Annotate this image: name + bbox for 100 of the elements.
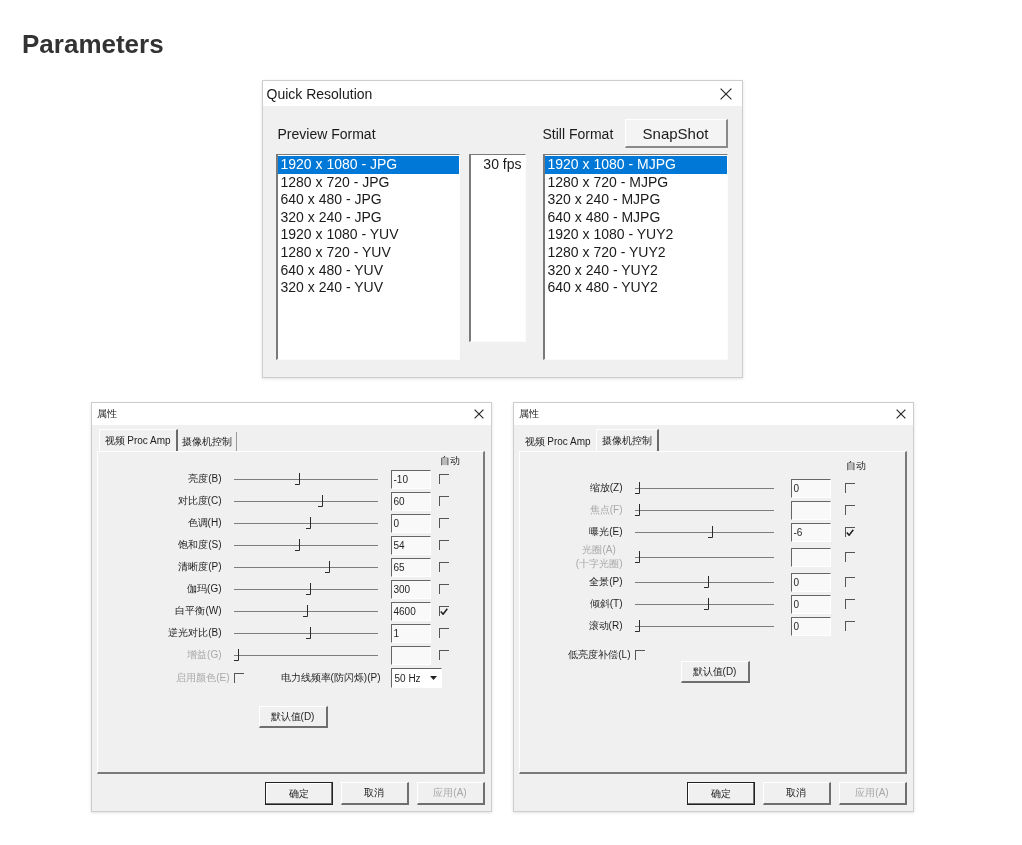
slider-thumb[interactable] xyxy=(305,627,311,639)
checkbox[interactable] xyxy=(844,483,855,493)
value-field[interactable]: -6 xyxy=(790,522,831,542)
slider-thumb[interactable] xyxy=(318,495,324,507)
list-item[interactable]: 1280 x 720 - MJPG xyxy=(544,173,727,192)
close-button[interactable] xyxy=(473,409,484,419)
value-field[interactable]: 1 xyxy=(390,623,431,643)
checkbox[interactable] xyxy=(438,562,449,572)
default-button[interactable]: 默认值(D) xyxy=(258,706,328,728)
value-field[interactable] xyxy=(390,645,431,665)
close-button[interactable] xyxy=(719,87,732,100)
property-label: 亮度(B) xyxy=(188,472,222,486)
close-button[interactable] xyxy=(895,409,906,419)
list-item[interactable]: 1280 x 720 - YUY2 xyxy=(544,243,727,262)
tab[interactable]: 摄像机控制 xyxy=(177,432,237,451)
list-item[interactable]: 320 x 240 - YUY2 xyxy=(544,261,727,280)
checkbox[interactable] xyxy=(438,518,449,528)
slider-thumb[interactable] xyxy=(305,583,311,595)
checkbox[interactable] xyxy=(634,650,645,660)
close-icon xyxy=(473,409,484,419)
list-item[interactable]: 1280 x 720 - YUV xyxy=(277,243,459,262)
value-field[interactable]: 0 xyxy=(790,594,831,614)
value-field[interactable]: 4600 xyxy=(390,601,431,621)
default-button[interactable]: 默认值(D) xyxy=(680,661,750,683)
value-field[interactable]: 0 xyxy=(390,513,431,533)
value-field[interactable]: 0 xyxy=(790,616,831,636)
list-item[interactable]: 30 fps xyxy=(470,156,525,174)
list-item[interactable]: 1920 x 1080 - YUY2 xyxy=(544,226,727,244)
list-item[interactable]: 1280 x 720 - JPG xyxy=(277,173,459,192)
list-item[interactable]: 320 x 240 - MJPG xyxy=(544,191,727,209)
property-label: 逆光对比(B) xyxy=(168,626,222,640)
caret-icon xyxy=(429,676,437,680)
slider-thumb[interactable] xyxy=(708,526,714,538)
tab[interactable]: 摄像机控制 xyxy=(595,429,659,451)
list-item[interactable]: 640 x 480 - MJPG xyxy=(544,208,727,227)
dialog-button: 应用(A) xyxy=(838,782,907,805)
slider-thumb[interactable] xyxy=(325,561,331,573)
value-field[interactable]: 54 xyxy=(390,535,431,555)
value-field[interactable]: 60 xyxy=(390,491,431,511)
tab[interactable]: 视频 Proc Amp xyxy=(98,429,178,451)
property-label: 白平衡(W) xyxy=(175,604,222,618)
property-label: 伽玛(G) xyxy=(187,582,222,596)
column-header: 自动 xyxy=(845,458,866,473)
property-label: 倾斜(T) xyxy=(589,597,623,611)
checkbox[interactable] xyxy=(438,496,449,506)
dialog-button[interactable]: 确定 xyxy=(686,782,755,805)
property-label: 饱和度(S) xyxy=(178,538,222,552)
list-item[interactable]: 320 x 240 - JPG xyxy=(277,208,459,227)
property-label: 光圈(A) xyxy=(582,543,616,557)
list-item[interactable]: 1920 x 1080 - MJPG xyxy=(544,156,727,174)
checkbox[interactable] xyxy=(844,599,855,609)
close-icon xyxy=(895,409,906,419)
checkbox[interactable] xyxy=(438,474,449,484)
property-label: 全景(P) xyxy=(589,575,623,589)
format-list[interactable]: 1920 x 1080 - JPG 1280 x 720 - JPG 640 x 480 - JPG 320 x 240 - JPG 1920 x 1080 - YUV 1280 x 720 - YUV 640 x 480 - YUV 320 x 240 - YUV xyxy=(275,154,460,360)
value-field[interactable]: 0 xyxy=(790,572,831,592)
value-field[interactable] xyxy=(790,500,831,520)
list-item[interactable]: 640 x 480 - YUV xyxy=(277,261,459,280)
tab[interactable]: 视频 Proc Amp xyxy=(520,432,596,451)
checkbox[interactable] xyxy=(438,628,449,638)
list-item[interactable]: 320 x 240 - YUV xyxy=(277,279,459,297)
list-item[interactable]: 1920 x 1080 - JPG xyxy=(277,156,459,174)
page-heading: Parameters xyxy=(21,28,165,59)
checkbox[interactable] xyxy=(438,540,449,550)
dialog-button[interactable]: 取消 xyxy=(340,782,409,805)
dialog-button[interactable]: 确定 xyxy=(264,782,333,805)
field-label: Still Format xyxy=(542,124,614,143)
format-list[interactable]: 1920 x 1080 - MJPG 1280 x 720 - MJPG 320 x 240 - MJPG 640 x 480 - MJPG 1920 x 1080 - YUY2 1280 x 720 - YUY2 320 x 240 - YUY2 640 x 480 - YUY2 xyxy=(542,154,728,360)
list-item[interactable]: 640 x 480 - JPG xyxy=(277,191,459,209)
checkbox[interactable] xyxy=(438,584,449,594)
slider-thumb[interactable] xyxy=(634,482,640,494)
option-label: 电力线频率(防闪烁)(P) xyxy=(280,671,381,685)
value-field[interactable]: 300 xyxy=(390,579,431,599)
close-icon xyxy=(719,87,732,100)
list-item[interactable]: 1920 x 1080 - YUV xyxy=(277,226,459,244)
frame-rate-list[interactable]: 30 fps xyxy=(468,154,526,342)
value-field[interactable]: -10 xyxy=(390,469,431,489)
checkbox[interactable] xyxy=(844,621,855,631)
slider-thumb[interactable] xyxy=(305,517,311,529)
dialog-button[interactable]: 取消 xyxy=(762,782,831,805)
field-label: Preview Format xyxy=(277,124,376,143)
slider-thumb[interactable] xyxy=(294,539,300,551)
value-field[interactable]: 65 xyxy=(390,557,431,577)
option-label: 启用颜色(E) xyxy=(176,671,230,685)
list-item[interactable]: 640 x 480 - YUY2 xyxy=(544,279,727,297)
slider-thumb[interactable] xyxy=(704,576,710,588)
value-field[interactable]: 0 xyxy=(790,478,831,498)
slider-thumb[interactable] xyxy=(704,598,710,610)
property-label: (十字光圈) xyxy=(575,557,623,571)
snapshot-button[interactable]: SnapShot xyxy=(624,119,728,148)
checkbox[interactable] xyxy=(438,606,449,616)
value-field[interactable] xyxy=(790,547,831,567)
option-label: 低亮度补偿(L) xyxy=(568,648,631,662)
property-label: 色调(H) xyxy=(187,516,222,530)
dropdown[interactable]: 50 Hz xyxy=(390,668,442,688)
slider-thumb[interactable] xyxy=(634,620,640,632)
slider-thumb[interactable] xyxy=(294,473,300,485)
slider-thumb[interactable] xyxy=(303,605,308,617)
checkbox[interactable] xyxy=(844,577,855,587)
checkbox[interactable] xyxy=(844,527,855,537)
